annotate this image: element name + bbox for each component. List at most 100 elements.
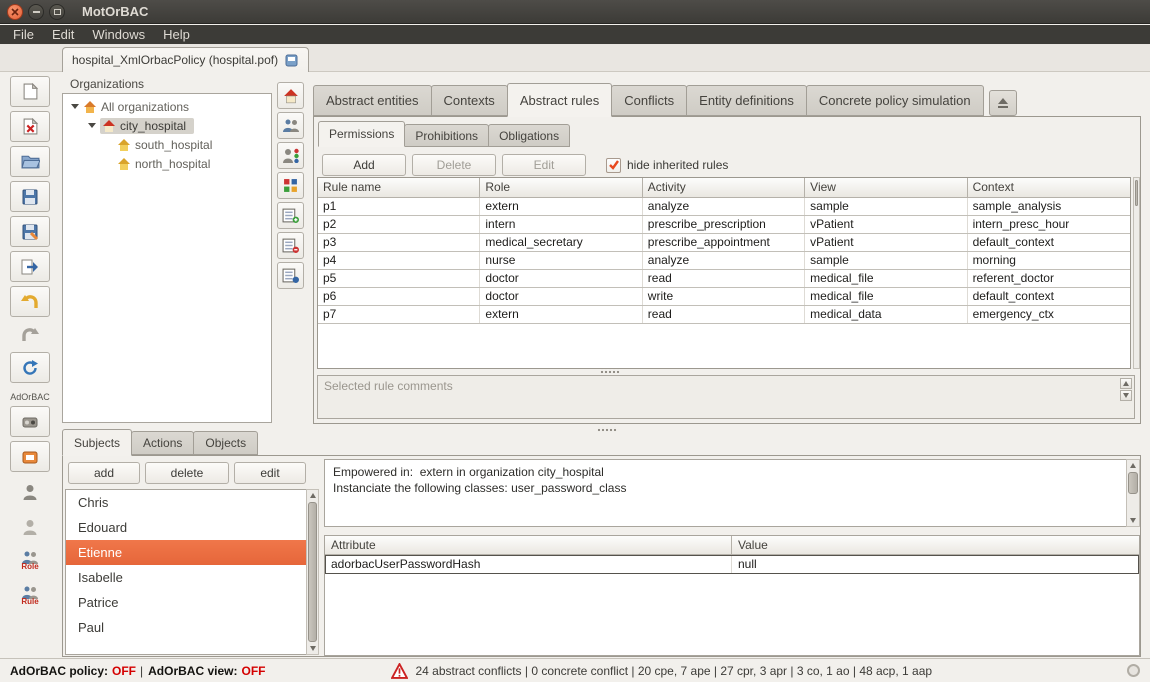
rule-cell: extern	[480, 306, 642, 323]
document-tab[interactable]: hospital_XmlOrbacPolicy (hospital.pof)	[62, 47, 309, 72]
open-policy-button[interactable]	[10, 146, 50, 177]
attribute-row[interactable]: adorbacUserPasswordHash null	[325, 555, 1139, 574]
subject-item-etienne[interactable]: Etienne	[66, 540, 318, 565]
refresh-button[interactable]	[10, 352, 50, 383]
delete-rule-button[interactable]: Delete	[412, 154, 496, 176]
minimize-button[interactable]	[28, 4, 44, 20]
role-hierarchy-button[interactable]	[277, 142, 304, 169]
column-header-rule-name[interactable]: Rule name	[318, 178, 480, 198]
save-policy-as-button[interactable]	[10, 216, 50, 247]
menu-help[interactable]: Help	[154, 26, 199, 43]
scroll-up-arrow[interactable]	[307, 490, 318, 501]
splitter-handle[interactable]	[597, 427, 617, 432]
scroll-thumb[interactable]	[1128, 472, 1138, 494]
remove-entry-button[interactable]	[277, 232, 304, 259]
menu-file[interactable]: File	[4, 26, 43, 43]
add-organization-button[interactable]	[277, 82, 304, 109]
column-header-attribute[interactable]: Attribute	[325, 536, 732, 555]
subject-info-box[interactable]: Empowered in: extern in organization cit…	[324, 459, 1140, 527]
subjects-list-scrollbar[interactable]	[306, 489, 319, 655]
tab-actions[interactable]: Actions	[131, 431, 194, 455]
edit-rule-button[interactable]: Edit	[502, 154, 586, 176]
scroll-thumb[interactable]	[308, 502, 317, 642]
tree-item-city-hospital[interactable]: city_hospital	[63, 116, 271, 135]
column-header-activity[interactable]: Activity	[643, 178, 805, 198]
edit-subject-button[interactable]: edit	[234, 462, 306, 484]
scroll-thumb[interactable]	[1135, 180, 1138, 206]
tree-item-north-hospital[interactable]: north_hospital	[63, 154, 271, 173]
redo-button[interactable]	[10, 319, 50, 350]
subject-info-scrollbar[interactable]	[1126, 459, 1140, 527]
organization-users-button[interactable]	[277, 112, 304, 139]
rule-row-p5[interactable]: p5 doctor read medical_file referent_doc…	[318, 270, 1130, 288]
tab-objects[interactable]: Objects	[193, 431, 258, 455]
delete-subject-button[interactable]: delete	[145, 462, 229, 484]
scroll-down-arrow[interactable]	[1127, 515, 1139, 526]
rule-row-p2[interactable]: p2 intern prescribe_prescription vPatien…	[318, 216, 1130, 234]
resize-grip[interactable]	[1127, 664, 1140, 677]
column-header-value[interactable]: Value	[732, 536, 1139, 555]
rules-table-scrollbar[interactable]	[1133, 177, 1140, 369]
subject-item-paul[interactable]: Paul	[66, 615, 318, 640]
subject-item-chris[interactable]: Chris	[66, 490, 318, 515]
splitter-handle[interactable]	[600, 369, 620, 374]
rule-assignment-button[interactable]: Rule	[10, 580, 50, 611]
entry-info-button[interactable]	[277, 262, 304, 289]
role-stamp-label: Role	[21, 563, 38, 571]
rule-row-p1[interactable]: p1 extern analyze sample sample_analysis	[318, 198, 1130, 216]
rule-row-p6[interactable]: p6 doctor write medical_file default_con…	[318, 288, 1130, 306]
hide-inherited-rules-checkbox[interactable]: hide inherited rules	[606, 158, 728, 173]
add-subject-button[interactable]: add	[68, 462, 140, 484]
scroll-down-arrow[interactable]	[307, 643, 318, 654]
tab-obligations[interactable]: Obligations	[488, 124, 570, 147]
column-header-role[interactable]: Role	[480, 178, 642, 198]
rule-row-p7[interactable]: p7 extern read medical_data emergency_ct…	[318, 306, 1130, 324]
undo-button[interactable]	[10, 286, 50, 317]
tree-item-all-organizations[interactable]: All organizations	[63, 97, 271, 116]
export-policy-button[interactable]	[10, 251, 50, 282]
tab-subjects[interactable]: Subjects	[62, 429, 132, 456]
maximize-button[interactable]	[49, 4, 65, 20]
subject-item-isabelle[interactable]: Isabelle	[66, 565, 318, 590]
save-policy-button[interactable]	[10, 181, 50, 212]
tab-concrete-policy-simulation[interactable]: Concrete policy simulation	[806, 85, 984, 116]
add-rule-button[interactable]: Add	[322, 154, 406, 176]
menu-edit[interactable]: Edit	[43, 26, 83, 43]
column-header-context[interactable]: Context	[968, 178, 1130, 198]
adorbac-view-button[interactable]	[10, 441, 50, 472]
entity-categories-button[interactable]	[277, 172, 304, 199]
tab-abstract-rules[interactable]: Abstract rules	[507, 83, 612, 117]
role-assignment-button[interactable]: Role	[10, 545, 50, 576]
close-button[interactable]	[7, 4, 23, 20]
tab-permissions[interactable]: Permissions	[318, 121, 405, 147]
user-secondary-button[interactable]	[10, 511, 50, 542]
tab-abstract-entities[interactable]: Abstract entities	[313, 85, 432, 116]
open-folder-icon	[21, 154, 40, 169]
subject-item-patrice[interactable]: Patrice	[66, 590, 318, 615]
tab-label: Prohibitions	[415, 129, 478, 143]
chevron-down-icon[interactable]	[71, 104, 79, 109]
scroll-up-arrow[interactable]	[1120, 378, 1132, 389]
close-policy-button[interactable]	[10, 111, 50, 142]
rule-row-p3[interactable]: p3 medical_secretary prescribe_appointme…	[318, 234, 1130, 252]
new-policy-button[interactable]	[10, 76, 50, 107]
tree-item-south-hospital[interactable]: south_hospital	[63, 135, 271, 154]
adorbac-policy-button[interactable]	[10, 406, 50, 437]
rule-row-p4[interactable]: p4 nurse analyze sample morning	[318, 252, 1130, 270]
rule-cell: vPatient	[805, 216, 967, 233]
detach-view-button[interactable]	[989, 90, 1017, 116]
user-button[interactable]	[10, 476, 50, 507]
add-entry-button[interactable]	[277, 202, 304, 229]
scroll-up-arrow[interactable]	[1127, 460, 1139, 471]
title-bar: MotOrBAC	[0, 0, 1150, 24]
tab-prohibitions[interactable]: Prohibitions	[404, 124, 489, 147]
subject-item-edouard[interactable]: Edouard	[66, 515, 318, 540]
menu-windows[interactable]: Windows	[83, 26, 154, 43]
tab-contexts[interactable]: Contexts	[431, 85, 508, 116]
tab-conflicts[interactable]: Conflicts	[611, 85, 687, 116]
tab-entity-definitions[interactable]: Entity definitions	[686, 85, 807, 116]
scroll-down-arrow[interactable]	[1120, 390, 1132, 401]
column-header-view[interactable]: View	[805, 178, 967, 198]
rule-comments-box[interactable]: Selected rule comments	[317, 375, 1135, 419]
chevron-down-icon[interactable]	[88, 123, 96, 128]
